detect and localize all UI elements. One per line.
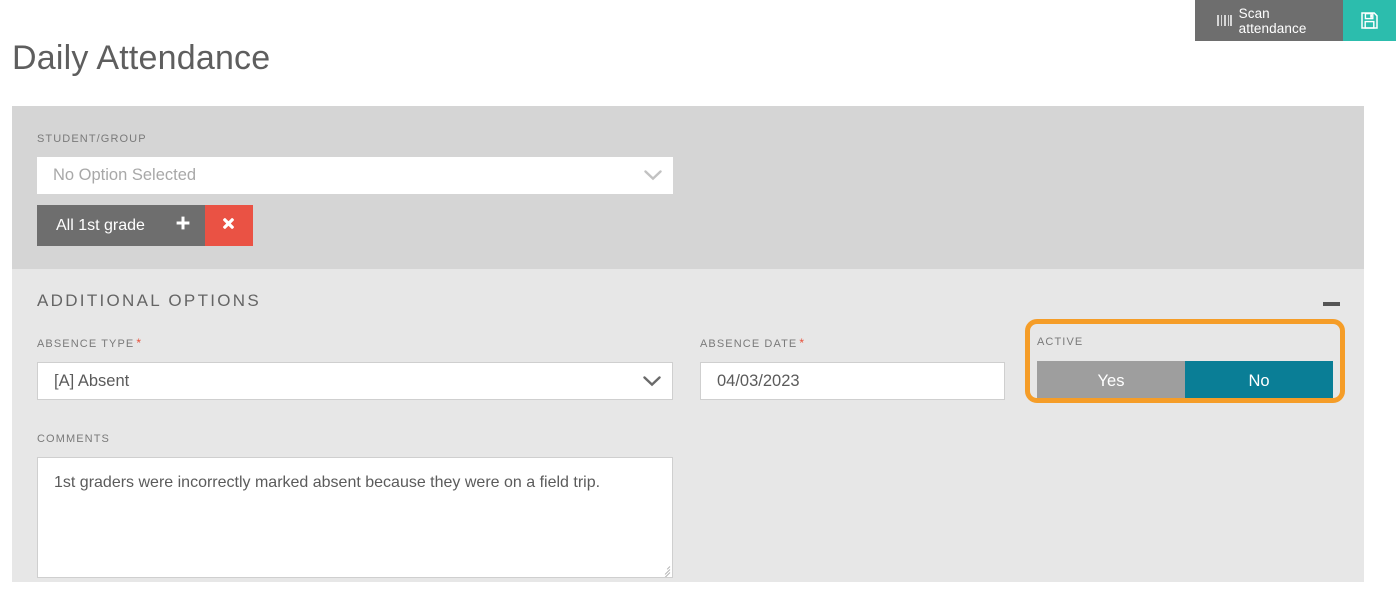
absence-date-value: 04/03/2023	[717, 371, 800, 390]
absence-date-label: ABSENCE DATE *	[700, 336, 805, 350]
scan-attendance-label: Scan attendance	[1238, 5, 1307, 36]
absence-type-select[interactable]: [A] Absent	[37, 362, 673, 400]
absence-type-label: ABSENCE TYPE *	[37, 336, 142, 350]
student-group-select[interactable]: No Option Selected	[37, 157, 673, 194]
active-label: ACTIVE	[1037, 336, 1084, 348]
additional-options-header: ADDITIONAL OPTIONS	[37, 291, 262, 310]
scan-attendance-button[interactable]: Scan attendance	[1195, 0, 1344, 41]
active-toggle-no[interactable]: No	[1185, 361, 1333, 401]
comments-label: COMMENTS	[37, 433, 110, 445]
chip-label-text: All 1st grade	[56, 216, 145, 234]
comments-textarea[interactable]: 1st graders were incorrectly marked abse…	[37, 457, 673, 578]
top-action-bar: Scan attendance	[1195, 0, 1396, 41]
page-title: Daily Attendance	[12, 39, 271, 77]
textarea-resize-handle[interactable]	[658, 563, 671, 577]
absence-type-value: [A] Absent	[54, 371, 130, 390]
chip-remove-button[interactable]	[204, 205, 253, 246]
close-x-icon	[221, 216, 236, 236]
comments-value: 1st graders were incorrectly marked abse…	[54, 474, 601, 491]
required-marker: *	[136, 336, 143, 350]
student-group-select-value: No Option Selected	[53, 166, 197, 184]
selected-group-chip: All 1st grade	[37, 205, 253, 246]
chip-label-button[interactable]: All 1st grade	[37, 205, 162, 246]
additional-options-panel: ADDITIONAL OPTIONS ABSENCE TYPE * [A] Abs…	[12, 269, 1364, 582]
active-toggle: Yes No	[1037, 361, 1333, 401]
student-group-label: STUDENT/GROUP	[37, 133, 147, 145]
absence-date-label-text: ABSENCE DATE	[700, 338, 798, 350]
floppy-save-icon	[1360, 11, 1379, 30]
chevron-down-icon	[633, 170, 673, 181]
active-toggle-yes[interactable]: Yes	[1037, 361, 1185, 401]
absence-date-input[interactable]: 04/03/2023	[700, 362, 1005, 400]
minus-icon[interactable]	[1323, 299, 1340, 308]
student-group-panel: STUDENT/GROUP No Option Selected All 1st…	[12, 106, 1364, 269]
plus-icon	[175, 215, 191, 236]
required-marker: *	[799, 336, 806, 350]
chevron-down-icon	[632, 375, 672, 387]
absence-type-label-text: ABSENCE TYPE	[37, 338, 135, 350]
barcode-icon	[1217, 15, 1232, 26]
chip-add-button[interactable]	[161, 205, 205, 246]
save-button[interactable]	[1343, 0, 1396, 41]
